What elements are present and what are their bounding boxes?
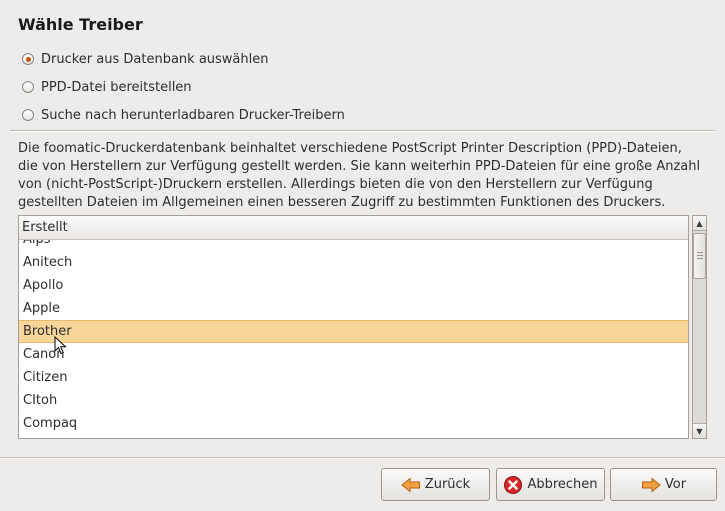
- manufacturer-list[interactable]: Erstellt Alps Anitech Apollo Apple Broth…: [18, 215, 689, 439]
- radio-indicator-checked[interactable]: [22, 53, 34, 65]
- arrow-left-icon: [401, 476, 421, 493]
- list-body[interactable]: Alps Anitech Apollo Apple Brother Canon …: [19, 240, 688, 438]
- grip-line: [697, 258, 703, 259]
- list-item[interactable]: Citizen: [19, 366, 688, 389]
- description-line: die von Herstellern zur Verfügung gestel…: [18, 159, 701, 174]
- forward-button-label: Vor: [664, 477, 687, 492]
- description-line: Die foomatic-Druckerdatenbank beinhaltet…: [18, 141, 682, 156]
- radio-provide-ppd-file[interactable]: PPD-Datei bereitstellen: [22, 77, 192, 97]
- footer-separator: [0, 457, 725, 459]
- description-line: gestellten Dateien im Allgemeinen einen …: [18, 195, 666, 210]
- description-text: Die foomatic-Druckerdatenbank beinhaltet…: [18, 140, 708, 212]
- list-item[interactable]: Apollo: [19, 274, 688, 297]
- radio-indicator[interactable]: [22, 81, 34, 93]
- radio-indicator[interactable]: [22, 109, 34, 121]
- list-column-header[interactable]: Erstellt: [19, 216, 688, 240]
- radio-label: Suche nach herunterladbaren Drucker-Trei…: [41, 107, 345, 123]
- forward-button[interactable]: Vor: [610, 468, 717, 501]
- separator: [10, 130, 715, 132]
- grip-line: [697, 255, 703, 256]
- scroll-down-arrow-icon[interactable]: ▼: [693, 423, 706, 438]
- list-item-selected[interactable]: Brother: [19, 320, 688, 343]
- scroll-up-arrow-icon[interactable]: ▲: [693, 216, 706, 231]
- radio-search-downloadable-drivers[interactable]: Suche nach herunterladbaren Drucker-Trei…: [22, 105, 345, 125]
- back-button-label: Zurück: [424, 477, 471, 492]
- cancel-icon: [503, 475, 523, 495]
- radio-label: PPD-Datei bereitstellen: [41, 79, 192, 95]
- list-item[interactable]: Alps: [19, 240, 688, 251]
- list-item[interactable]: Anitech: [19, 251, 688, 274]
- radio-select-from-database[interactable]: Drucker aus Datenbank auswählen: [22, 49, 269, 69]
- list-item[interactable]: Apple: [19, 297, 688, 320]
- list-item[interactable]: CItoh: [19, 389, 688, 412]
- list-item[interactable]: Compaq: [19, 412, 688, 435]
- list-item[interactable]: Canon: [19, 343, 688, 366]
- mouse-pointer-icon: [54, 336, 67, 355]
- back-button[interactable]: Zurück: [381, 468, 490, 501]
- cancel-button-label: Abbrechen: [527, 477, 598, 492]
- list-scrollbar[interactable]: ▲ ▼: [692, 215, 707, 439]
- description-line: von (nicht-PostScript-)Druckern erstelle…: [18, 177, 653, 192]
- arrow-right-icon: [641, 476, 661, 493]
- page-title: Wähle Treiber: [18, 15, 143, 34]
- cancel-button[interactable]: Abbrechen: [496, 468, 605, 501]
- scroll-thumb[interactable]: [693, 233, 706, 279]
- grip-line: [697, 252, 703, 253]
- radio-label: Drucker aus Datenbank auswählen: [41, 51, 269, 67]
